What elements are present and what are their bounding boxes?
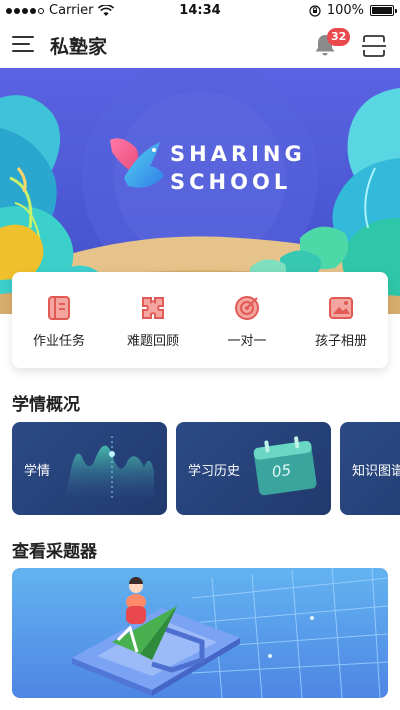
target-icon (235, 296, 259, 320)
homework-book-icon (48, 296, 70, 320)
quick-action-label: 作业任务 (32, 334, 85, 349)
top-nav-bar: 私塾家 32 (0, 22, 400, 68)
quiz-device-banner[interactable] (12, 568, 388, 698)
overview-card-label: 知识图谱 (352, 464, 400, 479)
calendar-day: 05 (270, 460, 293, 482)
puzzle-icon (142, 297, 164, 319)
overview-card-label: 学习历史 (188, 464, 241, 479)
quick-action-review[interactable]: 难题回顾 (106, 272, 200, 368)
photo-album-icon (329, 297, 353, 319)
quick-action-album[interactable]: 孩子相册 (294, 272, 388, 368)
quick-action-homework[interactable]: 作业任务 (12, 272, 106, 368)
status-bar: Carrier 14:34 100% (0, 0, 400, 22)
quick-action-label: 孩子相册 (314, 334, 367, 349)
scan-icon[interactable] (362, 34, 386, 58)
menu-icon[interactable] (12, 36, 34, 53)
overview-card-history[interactable]: 05 学习历史 (176, 422, 331, 515)
app-title: 私塾家 (50, 36, 108, 58)
banner-title-line1: SHARING (170, 142, 306, 166)
banner-title-line2: SCHOOL (170, 170, 292, 194)
quick-action-label: 难题回顾 (126, 334, 179, 349)
overview-card-knowledge[interactable]: 知识图谱 (340, 422, 400, 515)
overview-cards-carousel[interactable]: 学情 05 学习历史 知识图谱 (12, 422, 400, 516)
overview-section-title: 学情概况 (12, 395, 80, 415)
quick-action-one-on-one[interactable]: 一对一 (200, 272, 294, 368)
overview-card-label: 学情 (24, 464, 51, 479)
orientation-lock-icon (309, 4, 321, 17)
battery-icon (370, 5, 397, 16)
quiz-device-illustration (72, 568, 388, 698)
quick-actions-card: 作业任务 难题回顾 一对一 孩子相册 (12, 272, 388, 368)
notification-badge: 32 (327, 28, 351, 46)
overview-card-study[interactable]: 学情 (12, 422, 167, 515)
quick-action-label: 一对一 (227, 334, 267, 349)
battery-percent: 100% (326, 3, 364, 18)
quiz-section-title: 查看采题器 (12, 542, 97, 562)
